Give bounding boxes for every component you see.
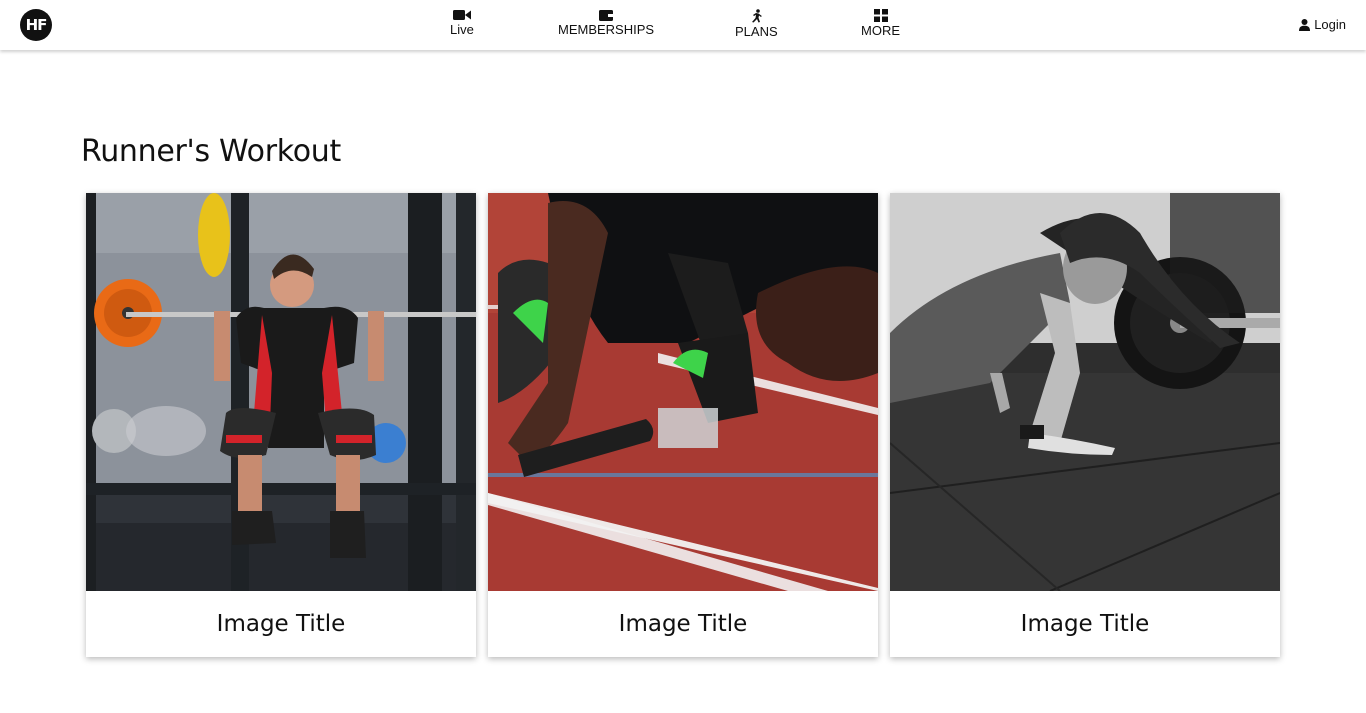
running-person-icon — [752, 9, 763, 23]
login-label: Login — [1314, 17, 1346, 32]
grid-icon — [873, 9, 888, 22]
wallet-icon — [599, 10, 614, 21]
nav-label-memberships: MEMBERSHIPS — [558, 22, 655, 37]
hf-logo[interactable]: HF — [20, 9, 52, 41]
card-caption: Image Title — [618, 611, 748, 637]
sprinter-track-start-photo — [488, 193, 878, 591]
card-caption: Image Title — [216, 611, 346, 637]
page-title: Runner's Workout — [81, 134, 341, 169]
image-card[interactable]: Image Title — [890, 193, 1280, 657]
video-camera-icon — [452, 10, 471, 20]
top-navbar: HF Live MEMBERSHIPS PLANS MORE Login — [0, 0, 1366, 50]
nav-item-memberships[interactable]: MEMBERSHIPS — [558, 9, 654, 38]
nav-label-live: Live — [450, 22, 474, 37]
nav-item-live[interactable]: Live — [450, 9, 474, 38]
nav-item-plans[interactable]: PLANS — [735, 9, 778, 40]
card-caption: Image Title — [1020, 611, 1150, 637]
nav-label-more: MORE — [861, 23, 900, 38]
woman-pushup-gym-photo — [890, 193, 1280, 591]
user-icon — [1299, 18, 1311, 31]
image-card[interactable]: Image Title — [86, 193, 476, 657]
image-card[interactable]: Image Title — [488, 193, 878, 657]
nav-label-plans: PLANS — [735, 24, 778, 39]
login-button[interactable]: Login — [1299, 17, 1346, 32]
nav-item-more[interactable]: MORE — [861, 9, 900, 39]
weightlifter-squat-photo — [86, 193, 476, 591]
